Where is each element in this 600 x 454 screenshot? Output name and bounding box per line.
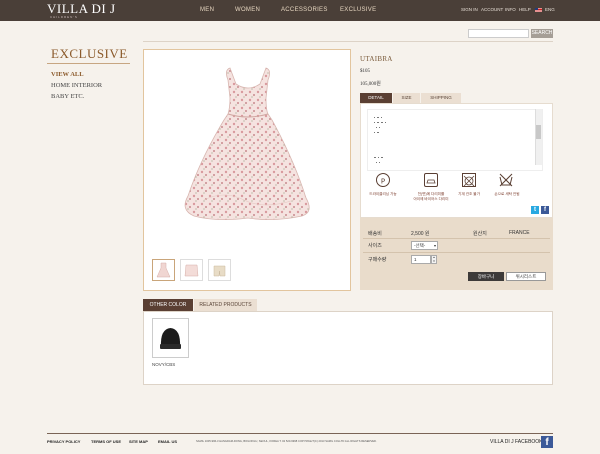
care-label-no-hand-wash: 손으로 세탁 안됨 <box>494 192 520 196</box>
size-select-value: -선택- <box>414 243 426 248</box>
category-title: EXCLUSIVE <box>51 46 128 61</box>
footer-address: SAMIL 1005-996-3 HANGDAM-DONG, BOGOKGU, … <box>196 440 377 443</box>
nav-women[interactable]: WOMEN <box>235 7 260 13</box>
add-to-cart-button[interactable]: 장바구니 <box>468 272 504 281</box>
nav-accessories[interactable]: ACCESSORIES <box>281 7 328 13</box>
nav-exclusive[interactable]: EXCLUSIVE <box>340 7 376 13</box>
sidebar-item-baby-etc[interactable]: BABY ETC. <box>51 93 84 100</box>
thumbnail-2[interactable] <box>180 259 203 281</box>
tab-shipping[interactable]: SHIPPING <box>421 93 461 103</box>
search-input[interactable] <box>468 29 529 38</box>
language-link[interactable]: ENG <box>545 7 555 12</box>
divider <box>363 252 550 253</box>
size-select[interactable]: -선택- ▾ <box>411 241 438 250</box>
twitter-icon[interactable]: t <box>531 206 539 214</box>
product-name: UTAIBRA <box>360 55 393 63</box>
sidebar-item-view-all[interactable]: VIEW ALL <box>51 71 84 78</box>
other-color-item-label: NOVY/CBS <box>152 362 176 367</box>
divider <box>47 63 130 64</box>
site-logo-subtitle: CHILDREN'S <box>50 15 78 19</box>
tab-other-color[interactable]: OTHER COLOR <box>143 299 193 311</box>
divider <box>143 41 553 42</box>
us-flag-icon[interactable] <box>535 8 542 12</box>
chevron-down-icon: ▾ <box>433 243 436 248</box>
thumbnail-3[interactable] <box>208 259 231 281</box>
quantity-input[interactable]: 1 <box>411 255 431 264</box>
detail-scroll-area[interactable] <box>367 109 543 171</box>
thumbnail-1[interactable] <box>152 259 175 281</box>
footer-link-email[interactable]: EMAIL US <box>158 439 177 444</box>
footer-link-privacy[interactable]: PRIVACY POLICY <box>47 439 80 444</box>
nav-men[interactable]: MEN <box>200 7 214 13</box>
footer-facebook-label[interactable]: VILLA DI J FACEBOOK <box>490 439 543 445</box>
shipping-fee-label: 배송비 <box>368 231 382 237</box>
origin-value: FRANCE <box>509 230 530 236</box>
facebook-icon[interactable]: f <box>541 436 553 448</box>
care-label-iron: 천(면)에 다리미를 아이에 바이어스 다리미 <box>413 192 449 201</box>
site-logo[interactable]: VILLA DI J <box>47 2 116 15</box>
svg-text:P: P <box>381 178 385 186</box>
tab-related-products[interactable]: RELATED PRODUCTS <box>194 299 257 311</box>
footer-divider <box>47 433 553 434</box>
search-button[interactable]: SEARCH <box>531 29 553 38</box>
shipping-fee-value: 2,500 원 <box>411 231 430 237</box>
related-panel <box>143 311 553 385</box>
dry-clean-icon: P <box>376 173 390 187</box>
no-machine-dry-icon <box>462 173 476 187</box>
detail-text-glyphs <box>374 117 386 163</box>
quantity-stepper[interactable]: ▴ ▾ <box>431 255 437 264</box>
other-color-item[interactable] <box>152 318 189 358</box>
product-price-krw: 105,000원 <box>360 82 381 87</box>
product-dress-image[interactable] <box>144 50 352 250</box>
footer-link-sitemap[interactable]: SITE MAP <box>129 439 148 444</box>
help-link[interactable]: HELP <box>519 7 531 12</box>
facebook-share-icon[interactable]: f <box>541 206 549 214</box>
origin-label: 원산지 <box>473 231 487 237</box>
product-image-panel <box>143 49 351 291</box>
info-link[interactable]: INFO <box>505 7 516 12</box>
iron-icon <box>424 173 438 187</box>
sidebar-item-home-interior[interactable]: HOME INTERIOR <box>51 82 102 89</box>
footer-link-terms[interactable]: TERMS OF USE <box>91 439 121 444</box>
care-label-dry-clean: 드라이클리닝 가능 <box>369 192 397 196</box>
black-beanie-icon <box>160 328 181 349</box>
care-label-no-machine-dry: 기계 건조 불가 <box>458 192 480 196</box>
divider <box>363 238 550 239</box>
wishlist-button[interactable]: 위시리스트 <box>506 272 546 281</box>
size-label: 사이즈 <box>368 243 382 249</box>
detail-panel <box>360 103 553 218</box>
tab-detail[interactable]: DETAIL <box>360 93 392 103</box>
product-price-usd: $105 <box>360 69 370 74</box>
quantity-label: 구매수량 <box>368 257 387 263</box>
no-hand-wash-icon <box>499 173 513 187</box>
sign-in-link[interactable]: SIGN IN <box>461 7 478 12</box>
scrollbar-thumb[interactable] <box>536 125 541 139</box>
account-link[interactable]: ACCOUNT <box>481 7 503 12</box>
tab-size[interactable]: SIZE <box>393 93 420 103</box>
